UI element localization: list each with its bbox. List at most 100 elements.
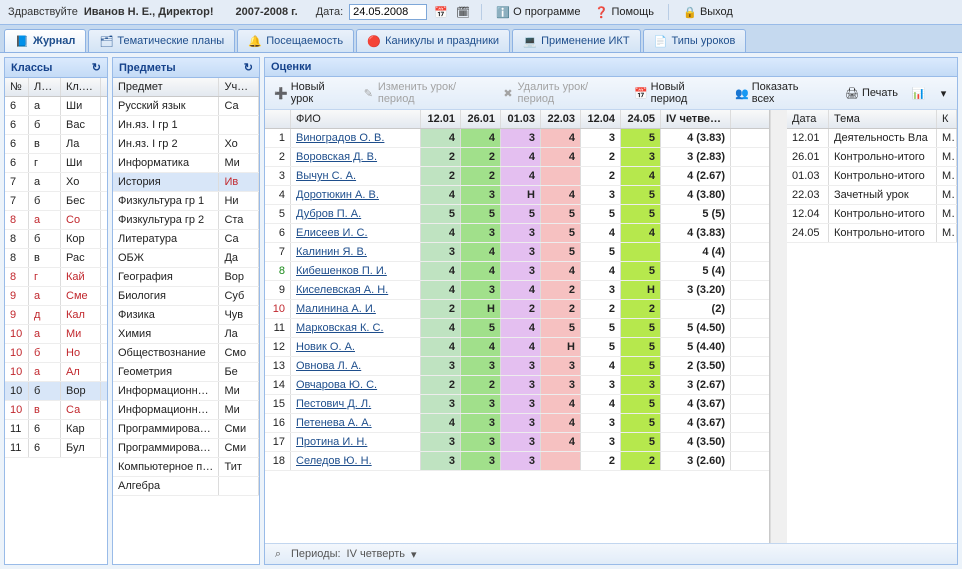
grade-cell[interactable]: Н [621, 281, 661, 299]
table-row[interactable]: 116Кар [5, 420, 107, 439]
subjects-grid[interactable]: ПредметУчите.Русский языкСаИн.яз. I гр 1… [113, 78, 259, 564]
grade-cell[interactable]: 3 [461, 433, 501, 451]
table-row[interactable]: Ин.яз. I гр 2Хо [113, 135, 259, 154]
table-row[interactable]: Компьютерное проТит [113, 458, 259, 477]
grade-cell[interactable]: 2 [581, 452, 621, 470]
grade-cell[interactable]: 3 [541, 357, 581, 375]
grade-cell[interactable]: 2 [581, 300, 621, 318]
student-name[interactable]: Селедов Ю. Н. [291, 452, 421, 470]
student-name[interactable]: Киселевская А. Н. [291, 281, 421, 299]
table-row[interactable]: ОбществознаниеСмо [113, 344, 259, 363]
grade-cell[interactable]: 5 [621, 433, 661, 451]
grade-cell[interactable]: 4 [421, 224, 461, 242]
grade-cell[interactable]: 3 [421, 395, 461, 413]
grade-cell[interactable]: 3 [621, 148, 661, 166]
grade-cell[interactable]: 4 [501, 338, 541, 356]
grade-cell[interactable]: 2 [421, 300, 461, 318]
table-row[interactable]: 6бВас [5, 116, 107, 135]
student-name[interactable]: Кибешенков П. И. [291, 262, 421, 280]
table-row[interactable]: Алгебра [113, 477, 259, 496]
grade-cell[interactable]: 4 [541, 186, 581, 204]
student-name[interactable]: Малинина А. И. [291, 300, 421, 318]
grade-cell[interactable]: 5 [461, 319, 501, 337]
table-row[interactable]: 7аХо [5, 173, 107, 192]
about-button[interactable]: ℹ️О программе [492, 4, 584, 20]
grade-cell[interactable]: 3 [421, 243, 461, 261]
grade-cell[interactable]: 4 [581, 262, 621, 280]
grade-cell[interactable]: 5 [461, 205, 501, 223]
help-button[interactable]: ❓Помощь [590, 4, 658, 20]
grade-cell[interactable] [621, 243, 661, 261]
table-row[interactable]: 10аМи [5, 325, 107, 344]
table-row[interactable]: Физкультура гр 2Ста [113, 211, 259, 230]
footer-periods-value[interactable]: IV четверть [347, 548, 405, 560]
student-name[interactable]: Новик О. А. [291, 338, 421, 356]
grade-cell[interactable]: 4 [421, 338, 461, 356]
table-row[interactable]: 01.03Контрольно-итогоМ [787, 167, 957, 186]
table-row[interactable]: 10вСа [5, 401, 107, 420]
grade-cell[interactable]: 4 [541, 262, 581, 280]
grade-cell[interactable]: 3 [501, 433, 541, 451]
table-row[interactable]: 22.03Зачетный урокМ [787, 186, 957, 205]
table-row[interactable]: 24.05Контрольно-итогоМ [787, 224, 957, 243]
grade-cell[interactable]: 5 [541, 243, 581, 261]
grade-cell[interactable]: 3 [421, 357, 461, 375]
table-row[interactable]: Физкультура гр 1Ни [113, 192, 259, 211]
grade-cell[interactable]: 4 [421, 186, 461, 204]
student-name[interactable]: Воровская Д. В. [291, 148, 421, 166]
table-row[interactable]: 9дКал [5, 306, 107, 325]
table-row[interactable]: 5Дубров П. А.5555555 (5) [265, 205, 769, 224]
table-row[interactable]: 6гШи [5, 154, 107, 173]
grade-cell[interactable]: 3 [501, 243, 541, 261]
grade-cell[interactable]: 3 [421, 433, 461, 451]
grade-cell[interactable]: 3 [581, 376, 621, 394]
scrollbar[interactable] [770, 110, 787, 543]
grade-cell[interactable]: 4 [621, 224, 661, 242]
tab-Применение ИКТ[interactable]: 💻Применение ИКТ [512, 29, 640, 52]
export-excel-icon[interactable]: 📊 [911, 85, 926, 101]
grade-cell[interactable]: 2 [501, 300, 541, 318]
table-row[interactable]: ГеометрияБе [113, 363, 259, 382]
grade-cell[interactable]: 5 [581, 243, 621, 261]
student-name[interactable]: Виноградов О. В. [291, 129, 421, 147]
table-row[interactable]: Ин.яз. I гр 1 [113, 116, 259, 135]
table-row[interactable]: 13Овнова Л. А.3333452 (3.50) [265, 357, 769, 376]
grade-cell[interactable]: 3 [501, 414, 541, 432]
grade-cell[interactable]: 5 [541, 224, 581, 242]
grade-cell[interactable]: 4 [461, 338, 501, 356]
grade-cell[interactable]: 5 [621, 186, 661, 204]
grade-cell[interactable]: 3 [461, 281, 501, 299]
grade-cell[interactable]: 5 [621, 357, 661, 375]
table-row[interactable]: 8вРас [5, 249, 107, 268]
grade-cell[interactable]: 3 [541, 376, 581, 394]
table-row[interactable]: 6аШи [5, 97, 107, 116]
table-row[interactable]: ИсторияИв [113, 173, 259, 192]
grade-cell[interactable]: 3 [501, 376, 541, 394]
grade-cell[interactable]: 3 [461, 357, 501, 375]
table-row[interactable]: 16Петенева А. А.4334354 (3.67) [265, 414, 769, 433]
tab-Тематические планы[interactable]: 🗂Тематические планы [88, 29, 235, 52]
table-row[interactable]: 12.04Контрольно-итогоМ [787, 205, 957, 224]
grade-cell[interactable]: 4 [461, 243, 501, 261]
student-name[interactable]: Овнова Л. А. [291, 357, 421, 375]
grade-cell[interactable]: 5 [421, 205, 461, 223]
table-row[interactable]: 8аСо [5, 211, 107, 230]
grade-cell[interactable]: 2 [461, 376, 501, 394]
grade-cell[interactable]: 4 [541, 414, 581, 432]
table-row[interactable]: 1Виноградов О. В.4434354 (3.83) [265, 129, 769, 148]
table-row[interactable]: 12Новик О. А.444Н555 (4.40) [265, 338, 769, 357]
grade-cell[interactable]: 4 [581, 357, 621, 375]
grade-cell[interactable]: 3 [501, 224, 541, 242]
grade-cell[interactable]: 4 [421, 129, 461, 147]
grade-cell[interactable]: 3 [461, 414, 501, 432]
grade-cell[interactable]: 4 [541, 433, 581, 451]
student-name[interactable]: Вычун С. А. [291, 167, 421, 185]
grade-cell[interactable]: 2 [621, 300, 661, 318]
grade-cell[interactable]: 2 [421, 167, 461, 185]
grade-cell[interactable]: 5 [621, 414, 661, 432]
grade-cell[interactable]: Н [541, 338, 581, 356]
grade-cell[interactable]: 4 [501, 319, 541, 337]
table-row[interactable]: 7Калинин Я. В.343554 (4) [265, 243, 769, 262]
lessons-grid[interactable]: ДатаТемаК12.01Деятельность ВлаМ26.01Конт… [787, 110, 957, 543]
grade-cell[interactable]: 5 [621, 262, 661, 280]
